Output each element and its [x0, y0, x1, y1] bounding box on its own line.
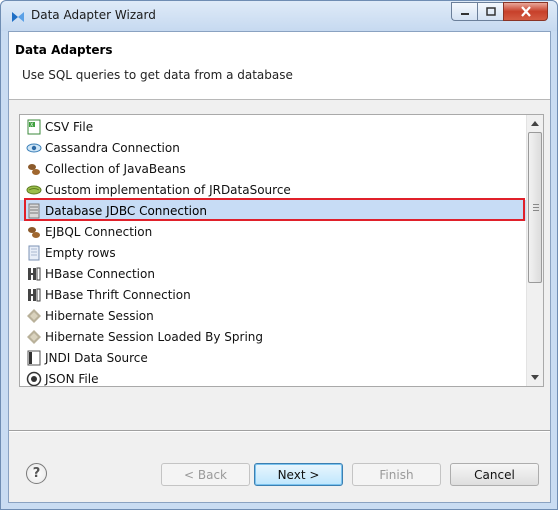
list-item[interactable]: EJBQL Connection — [20, 221, 527, 242]
help-button[interactable]: ? — [26, 463, 47, 484]
list-item[interactable]: HBase Thrift Connection — [20, 284, 527, 305]
wizard-body: Data Adapters Use SQL queries to get dat… — [8, 31, 551, 503]
list-item[interactable]: HBase Connection — [20, 263, 527, 284]
list-item-label: Hibernate Session — [45, 308, 154, 323]
close-icon — [520, 6, 531, 17]
list-item[interactable]: Cassandra Connection — [20, 137, 527, 158]
hbase-icon — [28, 288, 41, 301]
list-item[interactable]: Empty rows — [20, 242, 527, 263]
list-item[interactable]: JNDI Data Source — [20, 347, 527, 368]
maximize-icon — [485, 7, 496, 16]
jaspersoft-app-icon — [12, 12, 24, 22]
list-item-label: HBase Connection — [45, 266, 155, 281]
list-item-label: Empty rows — [45, 245, 116, 260]
custom-bean-icon — [26, 185, 42, 194]
empty-rows-icon — [28, 245, 40, 260]
hibernate-icon — [27, 308, 41, 323]
hbase-icon — [28, 267, 41, 280]
jndi-icon — [27, 350, 41, 365]
list-item-label: EJBQL Connection — [45, 224, 153, 239]
list-item-label: Custom implementation of JRDataSource — [45, 182, 291, 197]
csv-file-icon: X — [27, 119, 41, 134]
list-item[interactable]: X CSV File — [20, 116, 527, 137]
help-icon: ? — [32, 466, 41, 481]
wizard-window: Data Adapter Wizard Data Adapters Use SQ… — [0, 0, 558, 510]
page-description: Use SQL queries to get data from a datab… — [22, 68, 293, 82]
minimize-icon — [460, 12, 469, 15]
list-item[interactable]: Custom implementation of JRDataSource — [20, 179, 527, 200]
list-item[interactable]: Database JDBC Connection — [20, 200, 527, 221]
data-adapter-list[interactable]: X CSV File Cassandra Connection Collection … — [19, 114, 544, 387]
wizard-header: Data Adapters Use SQL queries to get dat… — [9, 32, 550, 100]
window-title: Data Adapter Wizard — [31, 8, 156, 22]
list-item-label: Collection of JavaBeans — [45, 161, 186, 176]
hibernate-icon — [27, 329, 41, 344]
list-item[interactable]: Hibernate Session — [20, 305, 527, 326]
vertical-scrollbar[interactable] — [526, 115, 543, 386]
scroll-grip-icon — [533, 204, 539, 211]
finish-button[interactable]: Finish — [352, 463, 441, 486]
page-title: Data Adapters — [15, 43, 113, 57]
list-item-label: CSV File — [45, 119, 94, 134]
list-item-label: JSON File — [45, 371, 99, 386]
cassandra-eye-icon — [26, 143, 42, 152]
list-item[interactable]: Collection of JavaBeans — [20, 158, 527, 179]
close-button[interactable] — [503, 2, 548, 21]
back-button[interactable]: < Back — [161, 463, 250, 486]
scroll-down-button[interactable] — [527, 369, 543, 386]
maximize-button[interactable] — [477, 2, 503, 21]
footer-separator — [9, 430, 550, 432]
adapter-items: X CSV File Cassandra Connection Collection … — [20, 116, 527, 386]
database-icon — [28, 203, 40, 218]
scrollbar-thumb[interactable] — [528, 132, 542, 283]
list-item-label: HBase Thrift Connection — [45, 287, 191, 302]
json-icon — [26, 371, 42, 386]
list-item-label: Hibernate Session Loaded By Spring — [45, 329, 264, 344]
scroll-up-button[interactable] — [527, 115, 543, 132]
svg-text:X: X — [30, 122, 34, 128]
javabeans-icon — [28, 163, 40, 175]
list-item-label: JNDI Data Source — [45, 350, 148, 365]
list-item-label: Cassandra Connection — [45, 140, 180, 155]
list-item-label: Database JDBC Connection — [45, 203, 207, 218]
minimize-button[interactable] — [451, 2, 477, 21]
list-item[interactable]: Hibernate Session Loaded By Spring — [20, 326, 527, 347]
next-button[interactable]: Next > — [254, 463, 343, 486]
scroll-up-icon — [531, 121, 539, 126]
title-bar[interactable]: Data Adapter Wizard — [1, 1, 557, 31]
ejbql-beans-icon — [28, 226, 40, 238]
cancel-button[interactable]: Cancel — [450, 463, 539, 486]
list-item[interactable]: JSON File — [20, 368, 527, 386]
scroll-down-icon — [531, 375, 539, 380]
